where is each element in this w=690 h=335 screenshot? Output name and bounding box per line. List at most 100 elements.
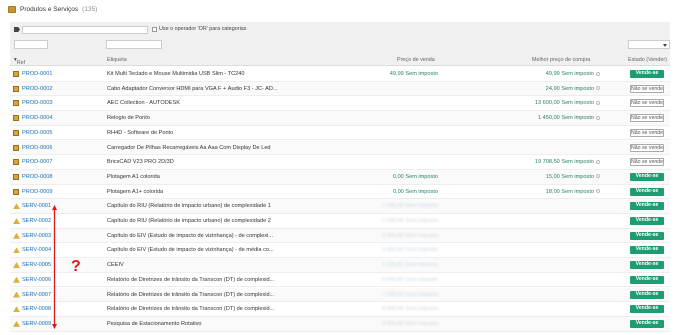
table-row: PROD-0006 Carregador De Pilhas Recarregáv…: [10, 140, 670, 156]
product-icon: [13, 173, 19, 180]
row-ref-link[interactable]: PROD-0007: [22, 159, 52, 165]
row-best-price-value: 24,90 Sem imposto: [545, 85, 594, 92]
row-label: Carregador De Pilhas Recarregáveis Aa Aa…: [107, 144, 271, 151]
row-best-price: 15,00 Sem imposto: [546, 174, 600, 180]
table-row: PROD-0001 Kit Multi Teclado e Mouse Multi…: [10, 67, 670, 82]
row-ref-link[interactable]: SERV-0005: [22, 262, 51, 268]
service-icon: [13, 232, 20, 239]
page-title: Produtos e Serviços: [20, 5, 79, 13]
or-operator-checkbox[interactable]: [152, 27, 157, 32]
table-header: ▾ Ref Etiqueta Preço de venda Melhor pre…: [10, 54, 670, 66]
row-ref-link[interactable]: SERV-0004: [22, 247, 51, 253]
row-ref-link[interactable]: PROD-0002: [22, 86, 52, 92]
status-badge[interactable]: Vende-se: [630, 172, 664, 181]
row-label: Plotagem A1+ colorida: [107, 188, 164, 195]
status-badge[interactable]: Vende-se: [630, 202, 664, 211]
row-ref-link[interactable]: PROD-0008: [22, 174, 52, 180]
table-row: PROD-0005 RH4D - Software de Ponto Não se …: [10, 126, 670, 141]
status-badge[interactable]: Vende-se: [630, 70, 664, 78]
row-price: 9 900,00 Sem imposto: [382, 320, 438, 327]
row-price: 49,99 Sem imposto: [389, 71, 438, 77]
row-best-price: 49,99 Sem imposto: [546, 71, 600, 77]
table-row: PROD-0007 BricsCAD V23 PRO 2D/3D 19 708,50…: [10, 155, 670, 170]
status-badge[interactable]: Não se vende: [630, 128, 664, 137]
table-row: PROD-0002 Cabo Adaptador Conversor HDMI p…: [10, 81, 670, 97]
row-price: 5 500,00 Sem imposto: [382, 262, 438, 269]
status-badge[interactable]: Vende-se: [630, 290, 664, 299]
table-row: SERV-0005 CEEIV 5 500,00 Sem imposto Vende-…: [10, 258, 670, 273]
table-row: PROD-0004 Relogio de Ponto 1 450,00 Sem im…: [10, 111, 670, 126]
status-badge[interactable]: Vende-se: [630, 217, 664, 225]
row-ref-link[interactable]: SERV-0007: [22, 292, 51, 298]
tag-icon: [14, 27, 20, 32]
row-ref-link[interactable]: PROD-0006: [22, 145, 52, 151]
info-icon[interactable]: [596, 71, 600, 76]
state-filter-select[interactable]: [628, 40, 670, 49]
row-price: 1 100,00 Sem imposto: [382, 203, 438, 210]
status-badge[interactable]: Vende-se: [630, 261, 664, 270]
row-price: 0,00 Sem imposto: [392, 173, 438, 180]
info-icon[interactable]: [596, 115, 600, 120]
row-ref-link[interactable]: SERV-0003: [22, 233, 51, 239]
category-filter-select[interactable]: [22, 26, 148, 34]
column-state[interactable]: Estado (Vender): [628, 57, 667, 63]
service-icon: [13, 276, 20, 283]
row-ref-link[interactable]: SERV-0002: [22, 218, 51, 224]
status-badge[interactable]: Não se vende: [630, 84, 664, 93]
status-badge[interactable]: Não se vende: [630, 143, 664, 152]
product-icon: [13, 85, 19, 92]
info-icon[interactable]: [596, 189, 600, 194]
column-label[interactable]: Etiqueta: [107, 57, 127, 63]
row-ref-link[interactable]: PROD-0009: [22, 189, 52, 195]
row-best-price-value: 19 708,50 Sem imposto: [534, 159, 594, 166]
ref-filter-input[interactable]: [14, 40, 48, 49]
row-label: Cabo Adaptador Conversor HDMI para VGA F…: [107, 85, 278, 92]
column-ref[interactable]: ▾ Ref: [14, 57, 25, 66]
info-icon[interactable]: [596, 100, 600, 105]
row-label: Capítulo do RIU (Relatório de impacto ur…: [107, 203, 271, 210]
row-best-price: 1 450,00 Sem imposto: [538, 115, 600, 121]
row-price: 2 200,00 Sem imposto: [382, 218, 438, 224]
service-icon: [13, 320, 20, 327]
row-label: Relatório de Diretrizes de trânsito da T…: [107, 306, 275, 313]
column-ref-label: Ref: [16, 60, 26, 66]
row-best-price: 19 708,50 Sem imposto: [535, 159, 600, 165]
info-icon[interactable]: [596, 86, 600, 91]
status-badge[interactable]: Não se vende: [630, 114, 664, 123]
status-badge[interactable]: Vende-se: [630, 187, 664, 196]
info-icon[interactable]: [596, 159, 600, 164]
table-row: PROD-0008 Plotagem A1 colorida 0,00 Sem im…: [10, 169, 670, 185]
status-badge[interactable]: Vende-se: [630, 305, 664, 314]
row-ref-link[interactable]: SERV-0001: [22, 203, 51, 209]
label-filter-input[interactable]: [106, 40, 162, 49]
product-icon: [13, 100, 19, 107]
row-ref-link[interactable]: SERV-0006: [22, 277, 51, 283]
filter-area: Use o operador 'OR' para categorias: [10, 22, 670, 54]
status-badge[interactable]: Não se vende: [630, 158, 664, 167]
table-row: PROD-0003 AEC Collection - AUTODESK 13 600…: [10, 96, 670, 112]
status-badge[interactable]: Não se vende: [630, 99, 664, 108]
column-best-price[interactable]: Melhor preço de compra: [532, 57, 590, 63]
row-label: Relatório de Diretrizes de trânsito da T…: [107, 276, 275, 283]
row-ref-link[interactable]: SERV-0008: [22, 306, 51, 312]
table-row: SERV-0001 Capítulo do RIU (Relatório de i…: [10, 199, 670, 214]
table-row: SERV-0003 Capítulo do EIV (Estudo de impa…: [10, 228, 670, 244]
chevron-down-icon: [663, 44, 667, 47]
row-price: 7 700,00 Sem imposto: [382, 291, 438, 298]
row-ref-link[interactable]: SERV-0009: [22, 321, 51, 327]
row-ref-link[interactable]: PROD-0004: [22, 115, 52, 121]
row-ref-link[interactable]: PROD-0005: [22, 130, 52, 136]
status-badge[interactable]: Vende-se: [630, 231, 664, 240]
status-badge[interactable]: Vende-se: [630, 275, 664, 284]
row-best-price: 24,90 Sem imposto: [546, 86, 600, 92]
row-ref-link[interactable]: PROD-0001: [22, 71, 52, 77]
row-label: BricsCAD V23 PRO 2D/3D: [107, 159, 174, 166]
service-icon: [13, 203, 20, 210]
status-badge[interactable]: Vende-se: [630, 246, 664, 255]
info-icon[interactable]: [596, 174, 600, 179]
products-icon: [8, 5, 16, 13]
status-badge[interactable]: Vende-se: [630, 319, 664, 328]
row-best-price-value: 15,00 Sem imposto: [545, 173, 594, 180]
row-ref-link[interactable]: PROD-0003: [22, 100, 52, 106]
column-price[interactable]: Preço de venda: [397, 57, 435, 63]
